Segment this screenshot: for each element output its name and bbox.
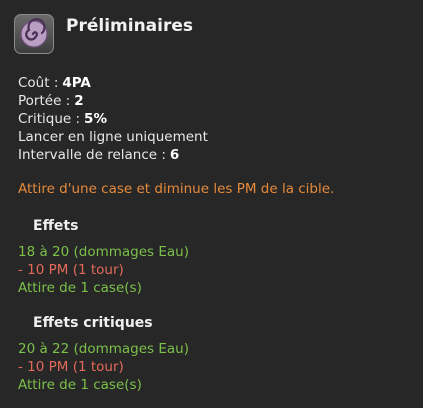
spiral-icon <box>20 18 48 48</box>
spell-stats: Coût :4PA Portée :2 Critique :5% Lancer … <box>18 74 208 164</box>
critical-effect-mp-reduction: - 10 PM (1 tour) <box>18 359 124 375</box>
stat-critical-value: 5% <box>84 111 107 127</box>
effect-damage: 18 à 20 (dommages Eau) <box>18 244 189 260</box>
stat-cost: Coût :4PA <box>18 74 208 92</box>
spiral-spell-icon <box>14 14 54 54</box>
stat-line-cast: Lancer en ligne uniquement <box>18 128 208 146</box>
effect-attract: Attire de 1 case(s) <box>18 280 142 296</box>
stat-cooldown-label: Intervalle de relance : <box>18 147 166 163</box>
effect-mp-reduction: - 10 PM (1 tour) <box>18 262 124 278</box>
spell-title: Préliminaires <box>66 16 194 36</box>
stat-range: Portée :2 <box>18 92 208 110</box>
critical-effects-list: 20 à 22 (dommages Eau) - 10 PM (1 tour) … <box>18 340 189 394</box>
spell-tooltip: Préliminaires Coût :4PA Portée :2 Critiq… <box>0 0 423 408</box>
effects-list: 18 à 20 (dommages Eau) - 10 PM (1 tour) … <box>18 243 189 297</box>
stat-range-value: 2 <box>74 93 84 109</box>
stat-cooldown: Intervalle de relance :6 <box>18 146 208 164</box>
critical-effects-title: Effets critiques <box>33 315 153 331</box>
critical-effect-damage: 20 à 22 (dommages Eau) <box>18 341 189 357</box>
stat-range-label: Portée : <box>18 93 71 109</box>
spell-description: Attire d'une case et diminue les PM de l… <box>18 181 335 197</box>
spell-header: Préliminaires <box>14 14 193 54</box>
stat-line-cast-label: Lancer en ligne uniquement <box>18 129 208 145</box>
stat-critical: Critique :5% <box>18 110 208 128</box>
effects-title: Effets <box>33 218 79 234</box>
stat-cost-value: 4PA <box>62 75 91 91</box>
stat-cooldown-value: 6 <box>169 147 180 163</box>
critical-effect-attract: Attire de 1 case(s) <box>18 377 142 393</box>
stat-cost-label: Coût : <box>18 75 59 91</box>
stat-critical-label: Critique : <box>18 111 81 127</box>
